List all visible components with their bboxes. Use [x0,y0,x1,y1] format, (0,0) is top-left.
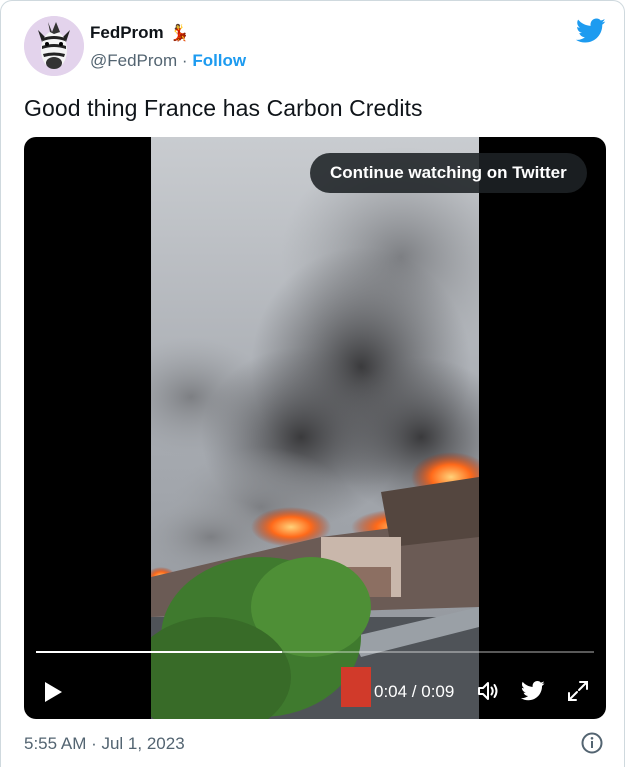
progress-bar[interactable] [36,651,594,653]
tweet-timestamp[interactable]: 5:55 AM · Jul 1, 2023 [24,734,185,754]
user-handle[interactable]: @FedProm [90,51,177,70]
tweet-card: FedProm 💃 @FedProm · Follow Good thing F… [0,0,625,767]
twitter-bird-share-icon[interactable] [521,679,545,703]
handle-row: @FedProm · Follow [90,51,246,71]
info-icon[interactable] [581,732,603,754]
twitter-bird-icon[interactable] [576,18,606,44]
avatar[interactable] [24,16,84,76]
continue-watching-button[interactable]: Continue watching on Twitter [310,153,587,193]
zebra-avatar-image [24,16,84,76]
video-frame[interactable] [151,137,479,719]
separator: · [181,51,188,70]
time-display: 0:04 / 0:09 [374,682,455,701]
follow-button[interactable]: Follow [192,51,246,70]
progress-bar-fill [36,651,282,653]
display-name[interactable]: FedProm 💃 [90,23,190,43]
fullscreen-icon[interactable] [566,679,590,703]
display-name-text[interactable]: FedProm [90,23,164,43]
video-player[interactable]: Continue watching on Twitter 0:04 / 0:09 [24,137,606,719]
tweet-text: Good thing France has Carbon Credits [24,95,423,121]
volume-icon[interactable] [476,679,500,703]
dancer-emoji-icon: 💃 [169,25,190,42]
play-icon[interactable] [42,680,64,704]
